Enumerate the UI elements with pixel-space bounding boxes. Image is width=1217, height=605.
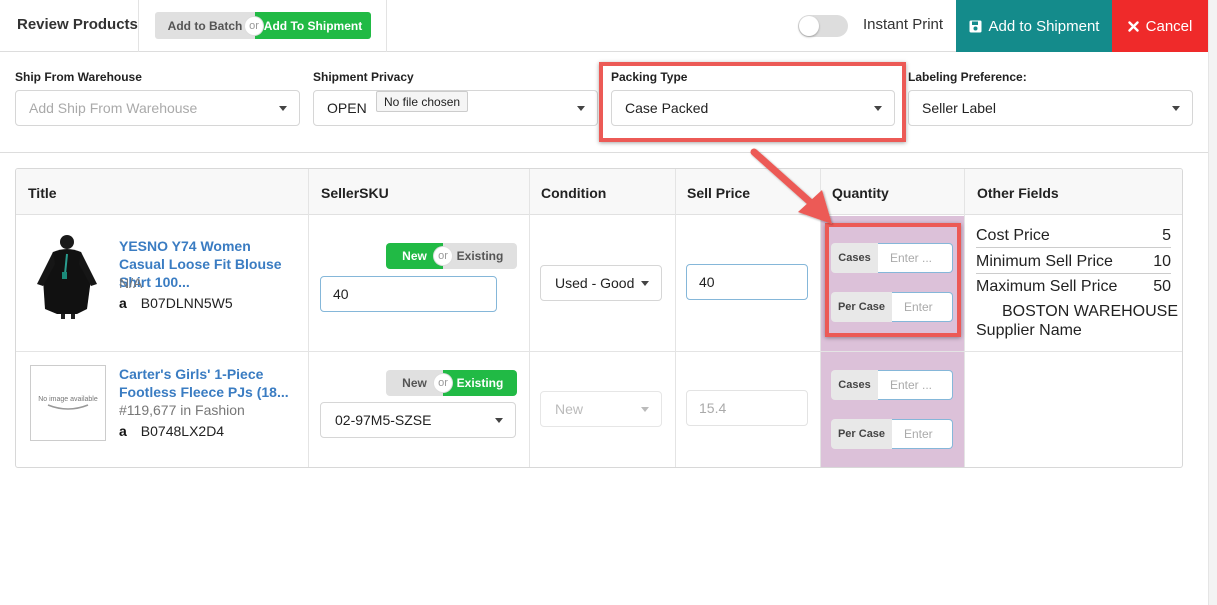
column-divider (675, 169, 676, 467)
column-divider (529, 169, 530, 467)
per-case-input-group: Per Case Enter (831, 419, 953, 449)
quantity-highlight (825, 223, 961, 337)
chevron-down-icon (279, 106, 287, 111)
column-divider (964, 169, 965, 467)
chevron-down-icon (577, 106, 585, 111)
sku-existing-toggle[interactable]: Existing (443, 243, 517, 269)
amazon-icon: a (119, 423, 127, 439)
min-sell-price-label: Minimum Sell Price (976, 253, 1113, 270)
section-divider (0, 152, 1208, 153)
min-sell-price-value: 10 (1153, 253, 1171, 270)
cases-input-group: Cases Enter ... (831, 370, 953, 400)
cases-label: Cases (831, 370, 878, 400)
packing-type-highlight (599, 62, 906, 142)
supplier-label: Supplier Name (976, 322, 1082, 339)
page-title: Review Products (17, 16, 138, 33)
max-sell-price-label: Maximum Sell Price (976, 278, 1118, 295)
max-sell-price-value: 50 (1153, 278, 1171, 295)
row-divider (16, 351, 1182, 352)
asin-value: B0748LX2D4 (140, 423, 225, 439)
add-to-shipment-label: Add to Shipment (988, 17, 1100, 35)
add-to-shipment-button[interactable]: Add to Shipment (956, 0, 1112, 52)
amazon-smile-icon (47, 403, 89, 410)
or-badge: or (434, 374, 452, 392)
cancel-button[interactable]: Cancel (1112, 0, 1208, 52)
toggle-knob (799, 16, 819, 36)
sku-existing-toggle[interactable]: Existing (443, 370, 517, 396)
product-image (31, 234, 101, 319)
condition-value: Used - Good (555, 275, 635, 291)
shipment-privacy-label: Shipment Privacy (313, 70, 414, 84)
cancel-label: Cancel (1145, 17, 1193, 35)
product-subtitle: N/A (119, 275, 143, 291)
header-divider (386, 0, 387, 52)
instant-print-toggle[interactable] (798, 15, 848, 37)
condition-value: New (555, 401, 584, 417)
product-title-link[interactable]: Carter's Girls' 1-Piece Footless Fleece … (119, 365, 299, 401)
arrow-annotation (750, 148, 832, 224)
or-badge: or (245, 17, 263, 35)
review-products-page: Review Products Add to Batch Add To Ship… (0, 0, 1217, 605)
chevron-down-icon (641, 281, 649, 286)
product-asin: a B0748LX2D4 (119, 423, 224, 439)
product-subtitle: #119,677 in Fashion (119, 402, 245, 418)
column-header-condition: Condition (541, 185, 607, 201)
min-sell-price-row: Minimum Sell Price 10 (976, 253, 1171, 274)
cost-price-value: 5 (1162, 227, 1171, 244)
amazon-icon: a (119, 295, 127, 311)
per-case-label: Per Case (831, 419, 892, 449)
column-divider (308, 169, 309, 467)
seller-sku-input[interactable]: 40 (320, 276, 497, 312)
sell-price-input[interactable]: 15.4 (686, 390, 808, 426)
or-badge: or (434, 247, 452, 265)
save-icon (969, 20, 982, 32)
column-header-title: Title (28, 185, 57, 201)
supplier-value: BOSTON WAREHOUSE (1002, 303, 1179, 320)
no-image-placeholder: No image available (30, 365, 106, 441)
product-title-link[interactable]: YESNO Y74 Women Casual Loose Fit Blouse … (119, 237, 299, 291)
labeling-preference-label: Labeling Preference: (908, 70, 1027, 84)
condition-select[interactable]: New (540, 391, 662, 427)
condition-select[interactable]: Used - Good (540, 265, 662, 301)
table-header: Title SellerSKU Condition Sell Price Qua… (16, 169, 1182, 215)
header-bar: Review Products Add to Batch Add To Ship… (0, 0, 1217, 52)
seller-sku-select[interactable]: 02-97M5-SZSE (320, 402, 516, 438)
cost-price-row: Cost Price 5 (976, 227, 1171, 248)
ship-from-placeholder: Add Ship From Warehouse (29, 100, 198, 116)
column-header-other-fields: Other Fields (977, 185, 1059, 201)
sell-price-input[interactable]: 40 (686, 264, 808, 300)
column-header-sellersku: SellerSKU (321, 185, 389, 201)
header-divider (138, 0, 139, 52)
instant-print-label: Instant Print (863, 16, 944, 33)
shipment-privacy-value: OPEN (327, 100, 367, 116)
seller-sku-value: 02-97M5-SZSE (335, 412, 432, 428)
asin-value: B07DLNN5W5 (140, 295, 233, 311)
chevron-down-icon (1172, 106, 1180, 111)
ship-from-label: Ship From Warehouse (15, 70, 142, 84)
per-case-input[interactable]: Enter (892, 419, 953, 449)
cost-price-label: Cost Price (976, 227, 1050, 244)
column-header-quantity: Quantity (832, 185, 889, 201)
chevron-down-icon (495, 418, 503, 423)
labeling-preference-value: Seller Label (922, 100, 996, 116)
add-to-shipment-toggle[interactable]: Add To Shipment (255, 12, 371, 39)
file-tooltip: No file chosen (376, 91, 469, 112)
ship-from-select[interactable]: Add Ship From Warehouse (15, 90, 300, 126)
no-image-text: No image available (38, 395, 98, 403)
scrollbar[interactable] (1208, 0, 1217, 605)
labeling-preference-select[interactable]: Seller Label (908, 90, 1193, 126)
chevron-down-icon (641, 407, 649, 412)
add-to-batch-toggle[interactable]: Add to Batch (155, 12, 255, 39)
max-sell-price-row: Maximum Sell Price 50 (976, 278, 1171, 298)
cases-input[interactable]: Enter ... (878, 370, 953, 400)
product-asin: a B07DLNN5W5 (119, 295, 233, 311)
close-icon (1127, 20, 1139, 32)
